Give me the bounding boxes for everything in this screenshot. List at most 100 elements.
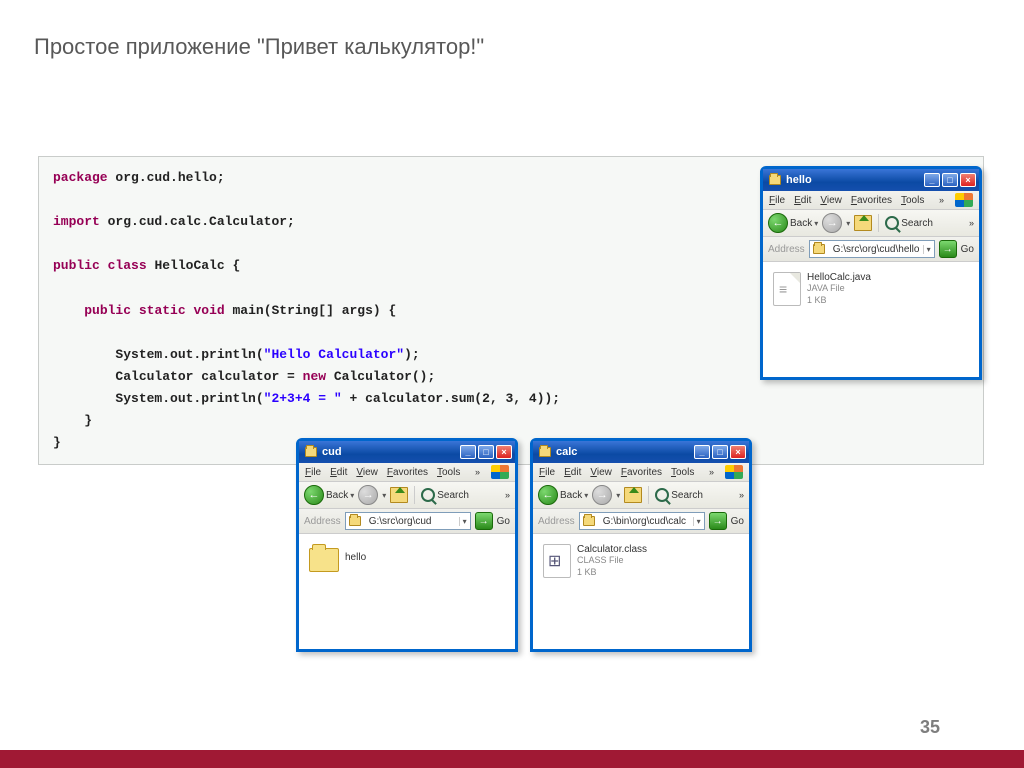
sys1b: ); [404, 347, 420, 362]
folder-icon [583, 516, 595, 526]
toolbar-overflow[interactable]: » [969, 218, 974, 228]
menu-tools[interactable]: Tools [901, 195, 924, 206]
address-bar: Address G:\bin\org\cud\calc ▾ → Go [533, 509, 749, 534]
file-size: 1 KB [807, 295, 871, 307]
file-item-calculator[interactable]: Calculator.class CLASS File 1 KB [543, 544, 739, 578]
folder-icon [305, 447, 317, 457]
maximize-button[interactable]: □ [478, 445, 494, 459]
menu-overflow[interactable]: » [475, 467, 480, 477]
up-button[interactable] [854, 215, 872, 231]
close-button[interactable]: × [960, 173, 976, 187]
folder-icon [813, 244, 825, 254]
menu-file[interactable]: File [305, 467, 321, 478]
file-list[interactable]: Calculator.class CLASS File 1 KB [533, 534, 749, 644]
address-input[interactable]: G:\src\org\cud ▾ [345, 512, 471, 530]
address-input[interactable]: G:\bin\org\cud\calc ▾ [579, 512, 705, 530]
back-button[interactable]: ←Back▾ [538, 485, 588, 505]
toolbar-separator [878, 214, 879, 232]
kw-void: void [193, 303, 224, 318]
address-dropdown[interactable]: ▾ [923, 245, 931, 254]
menu-favorites[interactable]: Favorites [621, 467, 662, 478]
go-button[interactable]: → [939, 240, 957, 258]
folder-icon [539, 447, 551, 457]
up-button[interactable] [390, 487, 408, 503]
close-button[interactable]: × [496, 445, 512, 459]
address-path: G:\src\org\cud\hello [833, 244, 920, 255]
menu-tools[interactable]: Tools [437, 467, 460, 478]
fwd-chev[interactable]: ▾ [382, 491, 386, 500]
menu-file[interactable]: File [769, 195, 785, 206]
file-name: Calculator.class [577, 544, 647, 555]
code-pkg: org.cud.hello; [108, 170, 225, 185]
kw-static: static [139, 303, 186, 318]
go-label: Go [497, 516, 510, 527]
menu-overflow[interactable]: » [939, 195, 944, 205]
slide-title: Простое приложение "Привет калькулятор!" [0, 0, 1024, 60]
explorer-cud: cud _ □ × File Edit View Favorites Tools… [296, 438, 518, 652]
file-list[interactable]: hello [299, 534, 515, 644]
menu-view[interactable]: View [820, 195, 842, 206]
file-type: CLASS File [577, 555, 647, 567]
search-label: Search [437, 490, 469, 501]
menu-edit[interactable]: Edit [330, 467, 347, 478]
toolbar-separator [414, 486, 415, 504]
window-title-calc: calc [556, 446, 694, 458]
address-input[interactable]: G:\src\org\cud\hello ▾ [809, 240, 935, 258]
titlebar-cud[interactable]: cud _ □ × [299, 441, 515, 463]
file-item-hellocalc[interactable]: HelloCalc.java JAVA File 1 KB [773, 272, 969, 306]
maximize-button[interactable]: □ [712, 445, 728, 459]
back-button[interactable]: ←Back▾ [304, 485, 354, 505]
go-button[interactable]: → [709, 512, 727, 530]
fwd-chev[interactable]: ▾ [846, 219, 850, 228]
file-name: HelloCalc.java [807, 272, 871, 283]
menu-file[interactable]: File [539, 467, 555, 478]
titlebar-hello[interactable]: hello _ □ × [763, 169, 979, 191]
search-button[interactable]: Search [421, 488, 469, 502]
menu-tools[interactable]: Tools [671, 467, 694, 478]
explorer-calc: calc _ □ × File Edit View Favorites Tool… [530, 438, 752, 652]
address-bar: Address G:\src\org\cud ▾ → Go [299, 509, 515, 534]
address-dropdown[interactable]: ▾ [693, 517, 701, 526]
minimize-button[interactable]: _ [694, 445, 710, 459]
menu-overflow[interactable]: » [709, 467, 714, 477]
minimize-button[interactable]: _ [924, 173, 940, 187]
kw-class: class [108, 258, 147, 273]
forward-button[interactable]: → [822, 213, 842, 233]
toolbar: ←Back▾ → ▾ Search » [533, 482, 749, 509]
address-dropdown[interactable]: ▾ [459, 517, 467, 526]
back-button[interactable]: ←Back▾ [768, 213, 818, 233]
toolbar-overflow[interactable]: » [505, 490, 510, 500]
xp-logo-icon [725, 465, 743, 479]
menu-view[interactable]: View [590, 467, 612, 478]
ln2b: Calculator(); [326, 369, 435, 384]
menu-bar: File Edit View Favorites Tools » [533, 463, 749, 482]
folder-item-hello[interactable]: hello [309, 544, 505, 572]
fwd-chev[interactable]: ▾ [616, 491, 620, 500]
address-label: Address [304, 516, 341, 527]
go-button[interactable]: → [475, 512, 493, 530]
search-button[interactable]: Search [885, 216, 933, 230]
menu-bar: File Edit View Favorites Tools » [763, 191, 979, 210]
forward-button[interactable]: → [358, 485, 378, 505]
kw-public1: public [53, 258, 100, 273]
minimize-button[interactable]: _ [460, 445, 476, 459]
xp-logo-icon [955, 193, 973, 207]
folder-name: hello [345, 552, 366, 563]
explorer-hello: hello _ □ × File Edit View Favorites Too… [760, 166, 982, 380]
titlebar-calc[interactable]: calc _ □ × [533, 441, 749, 463]
toolbar-overflow[interactable]: » [739, 490, 744, 500]
search-button[interactable]: Search [655, 488, 703, 502]
close-button[interactable]: × [730, 445, 746, 459]
menu-edit[interactable]: Edit [564, 467, 581, 478]
menu-edit[interactable]: Edit [794, 195, 811, 206]
menu-favorites[interactable]: Favorites [851, 195, 892, 206]
toolbar-separator [648, 486, 649, 504]
file-list[interactable]: HelloCalc.java JAVA File 1 KB [763, 262, 979, 372]
menu-favorites[interactable]: Favorites [387, 467, 428, 478]
forward-button[interactable]: → [592, 485, 612, 505]
menu-view[interactable]: View [356, 467, 378, 478]
toolbar: ←Back▾ → ▾ Search » [299, 482, 515, 509]
up-button[interactable] [624, 487, 642, 503]
maximize-button[interactable]: □ [942, 173, 958, 187]
menu-bar: File Edit View Favorites Tools » [299, 463, 515, 482]
